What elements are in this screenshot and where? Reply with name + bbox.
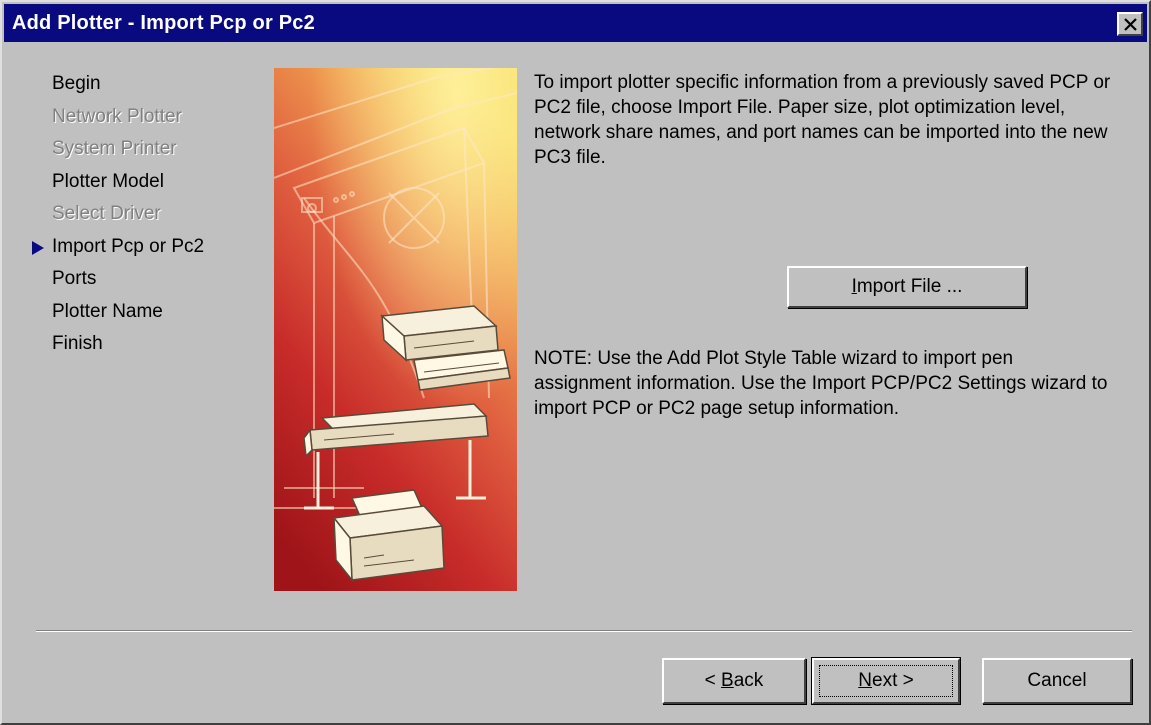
step-label: Begin (52, 73, 101, 94)
step-label: Finish (52, 333, 103, 354)
import-file-button[interactable]: Import File ... (787, 266, 1027, 308)
import-label: mport File ... (856, 276, 963, 297)
description-text: To import plotter specific information f… (534, 72, 1111, 168)
separator-line (36, 630, 1132, 632)
back-label: ack (733, 670, 764, 691)
step-ports: Ports (52, 263, 204, 296)
step-label: Network Plotter (52, 105, 182, 127)
step-label: System Printer (52, 138, 177, 159)
back-mnemonic: B (721, 670, 734, 691)
focus-rectangle (819, 665, 953, 697)
add-plotter-dialog: Add Plotter - Import Pcp or Pc2 Begin Ne… (0, 0, 1151, 725)
step-label: Ports (52, 268, 97, 289)
back-prefix: < (704, 670, 722, 691)
step-finish: Finish (52, 328, 204, 361)
step-label: Import Pcp or Pc2 (52, 235, 205, 257)
step-label: Plotter Name (52, 300, 163, 322)
title-bar[interactable]: Add Plotter - Import Pcp or Pc2 (4, 4, 1147, 42)
arrow-right-icon (32, 240, 44, 255)
step-import-pcp-current: Import Pcp or Pc2 (32, 231, 205, 264)
step-network-plotter: Network Plotter (52, 101, 204, 134)
plotter-illustration (274, 68, 517, 591)
step-label: Plotter Model (52, 170, 164, 192)
next-button[interactable]: Next > (811, 657, 961, 705)
note-text: NOTE: Use the Add Plot Style Table wizar… (534, 348, 1108, 419)
back-button[interactable]: < Back (662, 658, 806, 704)
step-select-driver: Select Driver (52, 198, 204, 231)
wizard-steps-list: Begin Network Plotter System Printer Plo… (32, 68, 205, 361)
step-begin: Begin (52, 68, 204, 101)
window-title: Add Plotter - Import Pcp or Pc2 (12, 12, 315, 34)
step-plotter-name: Plotter Name (52, 296, 204, 329)
step-label: Select Driver (52, 203, 161, 224)
close-icon (1124, 18, 1137, 31)
step-plotter-model: Plotter Model (52, 166, 204, 199)
cancel-button[interactable]: Cancel (982, 658, 1132, 704)
close-button[interactable] (1117, 12, 1143, 36)
step-system-printer: System Printer (52, 133, 204, 166)
